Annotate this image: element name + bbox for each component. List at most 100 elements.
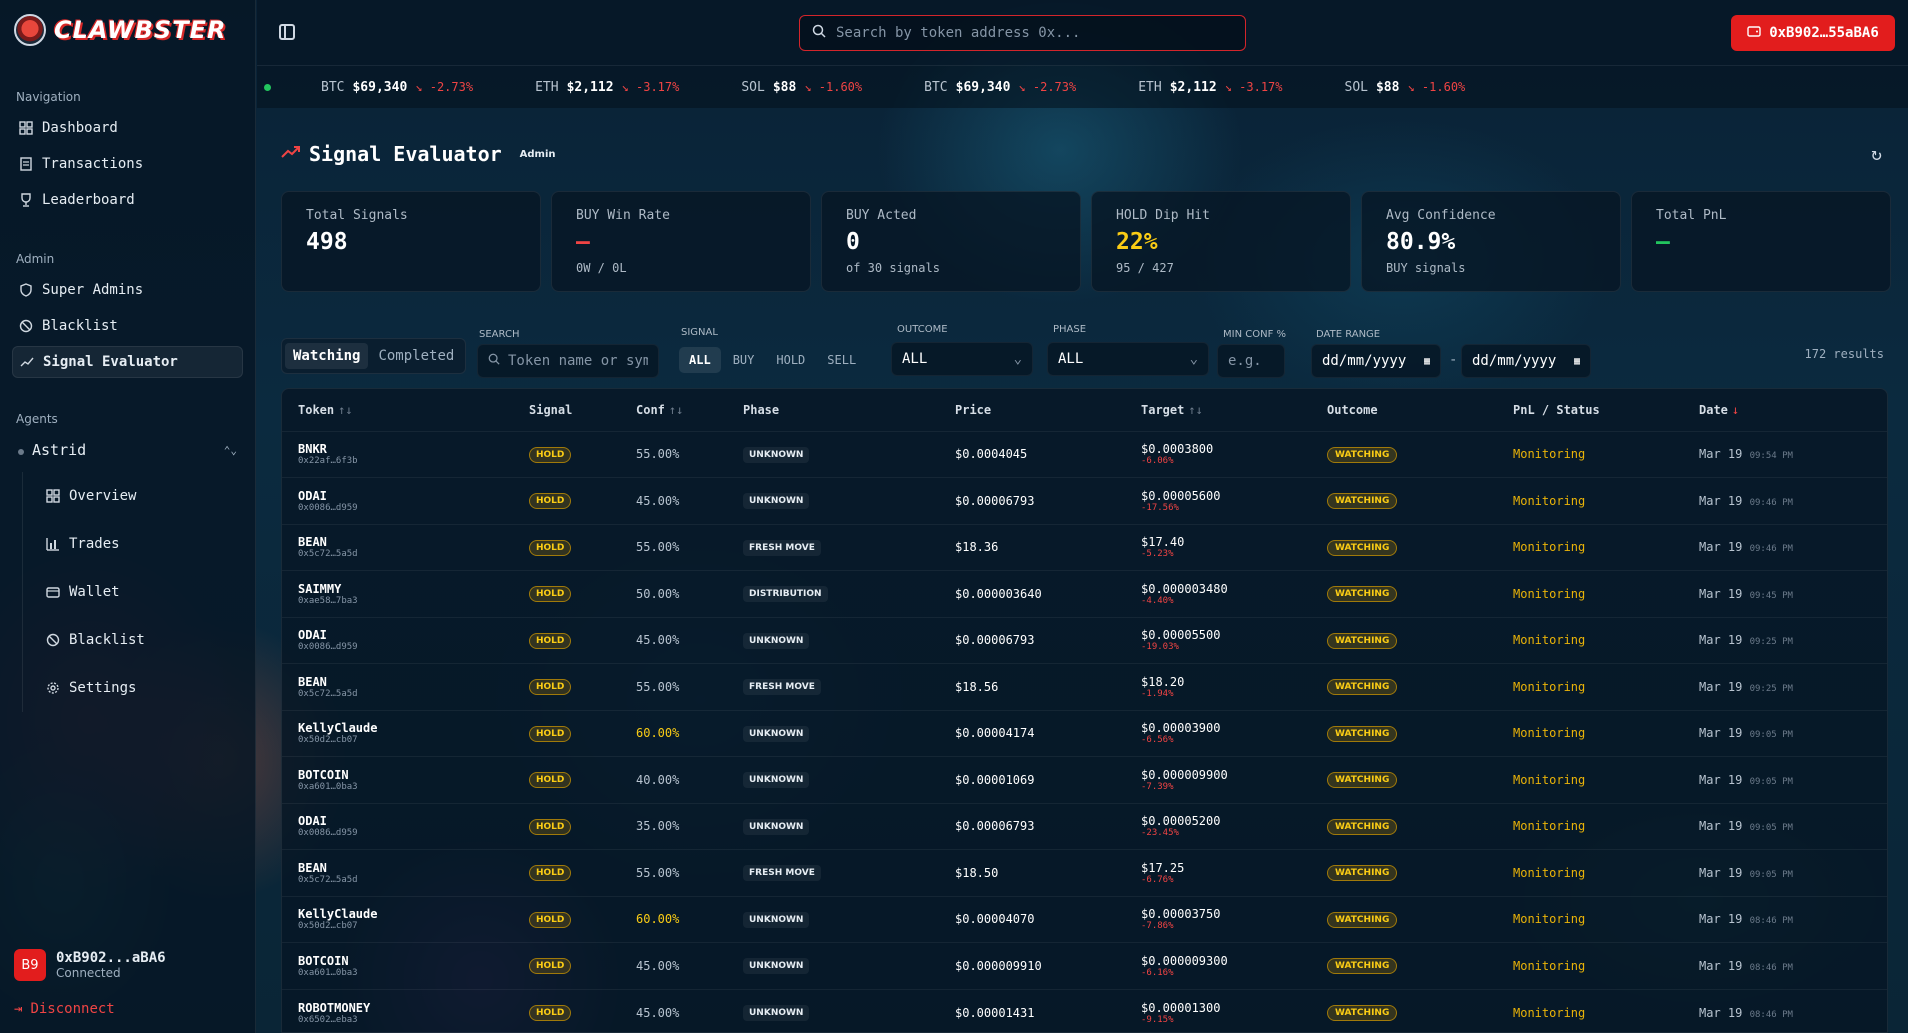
table-row[interactable]: ODAI 0x0086…d959 HOLD 45.00% UNKNOWN $0.00006… bbox=[282, 616, 1887, 664]
phase-badge: FRESH MOVE bbox=[743, 539, 821, 556]
cell-phase: UNKNOWN bbox=[727, 942, 939, 989]
confidence-value: 40.00% bbox=[636, 772, 680, 787]
date-from-input[interactable]: dd/mm/yyyy ▦ bbox=[1311, 344, 1441, 378]
agent-selector[interactable]: Astrid ⌃⌄ bbox=[12, 434, 243, 466]
logout-icon: ⇥ bbox=[14, 1001, 23, 1017]
cell-status: Monitoring bbox=[1497, 802, 1683, 850]
date-range-label: DATE RANGE bbox=[1316, 329, 1381, 340]
token-name: ODAI bbox=[298, 814, 327, 829]
sidebar-item-wallet[interactable]: Wallet bbox=[39, 568, 243, 616]
cell-token: ODAI 0x0086…d959 bbox=[282, 616, 513, 664]
cell-conf: 50.00% bbox=[620, 570, 727, 617]
outcome-select[interactable]: ALL ⌄ bbox=[891, 342, 1033, 376]
col-label: Conf bbox=[636, 402, 665, 417]
signal-buy[interactable]: BUY bbox=[723, 347, 765, 373]
signal-sell[interactable]: SELL bbox=[817, 347, 866, 373]
table-row[interactable]: BOTCOIN 0xa601…0ba3 HOLD 40.00% UNKNOWN $0.00… bbox=[282, 756, 1887, 803]
min-conf-field[interactable] bbox=[1228, 353, 1274, 369]
stat-card-hold-dip-hit: HOLD Dip Hit 22% 95 / 427 bbox=[1091, 191, 1351, 292]
user-card[interactable]: B9 0xB902...aBA6 Connected bbox=[14, 949, 166, 981]
signal-hold[interactable]: HOLD bbox=[766, 347, 815, 373]
sidebar-item-trades[interactable]: Trades bbox=[39, 520, 243, 568]
cell-signal: HOLD bbox=[513, 616, 620, 664]
target-price: $0.000003480 bbox=[1141, 581, 1228, 596]
agent-name: Astrid bbox=[32, 441, 87, 459]
cell-token: ROBOTMONEY 0x6502…eba3 bbox=[282, 988, 513, 1032]
token-search[interactable] bbox=[799, 15, 1246, 51]
table-row[interactable]: ODAI 0x0086…d959 HOLD 45.00% UNKNOWN $0.00006… bbox=[282, 477, 1887, 524]
date-value: Mar 19 bbox=[1699, 493, 1743, 508]
cell-phase: FRESH MOVE bbox=[727, 849, 939, 896]
col-price: Price bbox=[939, 389, 1125, 431]
sidebar-toggle-icon[interactable] bbox=[279, 24, 295, 40]
token-address: 0x5c72…5a5d bbox=[298, 549, 358, 560]
table-row[interactable]: BOTCOIN 0xa601…0ba3 HOLD 45.00% UNKNOWN $0.00… bbox=[282, 942, 1887, 989]
search-input[interactable] bbox=[836, 25, 1216, 41]
sidebar-item-blacklist[interactable]: Blacklist bbox=[12, 310, 243, 342]
table-row[interactable]: KellyClaude 0x50d2…cb07 HOLD 60.00% UNKNOWN $… bbox=[282, 895, 1887, 943]
tab-watching[interactable]: Watching bbox=[285, 343, 369, 369]
target-change: -6.56% bbox=[1141, 735, 1174, 746]
price-value: $0.00006793 bbox=[955, 493, 1035, 508]
col-target[interactable]: Target ↑↓ bbox=[1125, 389, 1311, 431]
cell-signal: HOLD bbox=[513, 988, 620, 1032]
table-row[interactable]: BEAN 0x5c72…5a5d HOLD 55.00% FRESH MOVE $18.5… bbox=[282, 663, 1887, 710]
sidebar-item-label: Wallet bbox=[69, 584, 120, 600]
table-row[interactable]: ODAI 0x0086…d959 HOLD 35.00% UNKNOWN $0.00006… bbox=[282, 802, 1887, 850]
sidebar-item-settings[interactable]: Settings bbox=[39, 664, 243, 712]
confidence-value: 55.00% bbox=[636, 865, 680, 880]
token-name: BOTCOIN bbox=[298, 767, 349, 782]
price-value: $18.56 bbox=[955, 679, 999, 694]
sidebar-item-super-admins[interactable]: Super Admins bbox=[12, 274, 243, 306]
refresh-icon[interactable]: ↻ bbox=[1871, 144, 1882, 165]
token-search-input[interactable] bbox=[508, 353, 648, 369]
date-to-input[interactable]: dd/mm/yyyy ▦ bbox=[1461, 344, 1591, 378]
col-label: Date bbox=[1699, 402, 1728, 417]
time-value: 08:46 PM bbox=[1749, 962, 1793, 973]
ticker-change: ↘ -3.17% bbox=[1224, 80, 1283, 94]
col-date[interactable]: Date ↓ bbox=[1683, 389, 1887, 431]
table-row[interactable]: BNKR 0x22af…6f3b HOLD 55.00% UNKNOWN $0.00040… bbox=[282, 430, 1887, 478]
table-row[interactable]: BEAN 0x5c72…5a5d HOLD 55.00% FRESH MOVE $18.3… bbox=[282, 523, 1887, 571]
col-conf[interactable]: Conf ↑↓ bbox=[620, 389, 727, 431]
cell-outcome: WATCHING bbox=[1311, 756, 1497, 803]
sidebar-item-dashboard[interactable]: Dashboard bbox=[12, 112, 243, 144]
avatar: B9 bbox=[14, 949, 46, 981]
cell-status: Monitoring bbox=[1497, 570, 1683, 617]
min-conf-input[interactable] bbox=[1217, 344, 1285, 378]
phase-select[interactable]: ALL ⌄ bbox=[1047, 342, 1209, 376]
cell-target: $18.20 -1.94% bbox=[1125, 663, 1311, 710]
ticker-change: ↘ -3.17% bbox=[621, 80, 680, 94]
target-price: $0.000009900 bbox=[1141, 767, 1228, 782]
connection-status: Connected bbox=[56, 966, 121, 980]
sidebar-item-agent-blacklist[interactable]: Blacklist bbox=[39, 616, 243, 664]
signal-all[interactable]: ALL bbox=[679, 347, 721, 373]
stat-card-buy-acted: BUY Acted 0 of 30 signals bbox=[821, 191, 1081, 292]
ticker-symbol: BTC bbox=[321, 79, 345, 95]
date-value: Mar 19 bbox=[1699, 447, 1743, 462]
cell-target: $0.00005200 -23.45% bbox=[1125, 802, 1311, 850]
col-signal: Signal bbox=[513, 389, 620, 431]
wallet-button[interactable]: 0xB902…55aBA6 bbox=[1731, 15, 1895, 51]
sidebar-item-leaderboard[interactable]: Leaderboard bbox=[12, 184, 243, 216]
sidebar-item-signal-evaluator[interactable]: Signal Evaluator bbox=[12, 346, 243, 378]
token-filter-search[interactable] bbox=[477, 344, 659, 378]
token-name: SAIMMY bbox=[298, 581, 342, 596]
table-row[interactable]: BEAN 0x5c72…5a5d HOLD 55.00% FRESH MOVE $18.5… bbox=[282, 849, 1887, 896]
tab-completed[interactable]: Completed bbox=[370, 343, 462, 369]
sidebar-item-transactions[interactable]: Transactions bbox=[12, 148, 243, 180]
app-logo[interactable]: CLAWBSTER bbox=[14, 12, 243, 48]
target-price: $0.00003900 bbox=[1141, 721, 1221, 736]
sidebar-item-overview[interactable]: Overview bbox=[39, 472, 243, 520]
ticker-change-value: -1.60% bbox=[1421, 80, 1466, 94]
table-row[interactable]: ROBOTMONEY 0x6502…eba3 HOLD 45.00% UNKNOWN $0… bbox=[282, 988, 1887, 1032]
gear-icon bbox=[45, 680, 61, 696]
ban-icon bbox=[45, 632, 61, 648]
ticker-change-value: -3.17% bbox=[1239, 80, 1283, 94]
col-token[interactable]: Token ↑↓ bbox=[282, 389, 513, 431]
search-icon bbox=[488, 353, 500, 369]
token-address: 0x50d2…cb07 bbox=[298, 921, 358, 932]
table-row[interactable]: KellyClaude 0x50d2…cb07 HOLD 60.00% UNKNOWN $… bbox=[282, 709, 1887, 757]
table-row[interactable]: SAIMMY 0xae58…7ba3 HOLD 50.00% DISTRIBUTION $… bbox=[282, 570, 1887, 617]
disconnect-button[interactable]: ⇥ Disconnect bbox=[14, 1001, 115, 1017]
